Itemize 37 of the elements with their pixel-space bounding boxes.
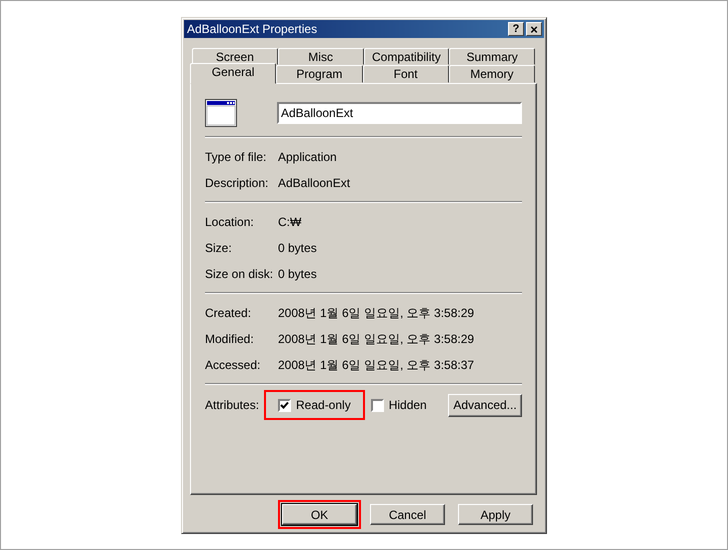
field-label: Attributes:	[205, 398, 260, 412]
dialog-button[interactable]: Apply	[458, 504, 533, 525]
name-field[interactable]: AdBalloonExt	[277, 102, 522, 124]
dialog-button[interactable]: OK	[282, 504, 357, 525]
tab[interactable]: Misc	[278, 48, 364, 65]
tab[interactable]: Font	[362, 65, 449, 83]
tab[interactable]: Compatibility	[364, 48, 450, 65]
close-button[interactable]: ×	[526, 22, 542, 36]
field-label: Size:	[205, 241, 233, 255]
field-label: Created:	[205, 306, 252, 320]
tab[interactable]: Memory	[448, 65, 535, 83]
field-value: C:₩	[278, 215, 302, 229]
window-title: AdBalloonExt Properties	[187, 22, 318, 36]
dialog-button[interactable]: Cancel	[370, 504, 445, 525]
advanced-button[interactable]: Advanced...	[448, 394, 522, 416]
help-button[interactable]: ?	[508, 22, 524, 36]
tab[interactable]: General	[190, 63, 276, 84]
field-label: Modified:	[205, 332, 255, 346]
checkbox-label: Hidden	[388, 398, 427, 412]
field-value: 2008년 1월 6일 일요일, 오후 3:58:29	[278, 304, 474, 322]
field-value: 0 bytes	[278, 241, 317, 255]
window-icon	[205, 99, 237, 127]
checkbox[interactable]	[278, 398, 291, 412]
tab[interactable]: Summary	[449, 48, 535, 65]
field-label: Accessed:	[205, 358, 262, 372]
field-value: 2008년 1월 6일 일요일, 오후 3:58:37	[278, 356, 474, 374]
field-value: 0 bytes	[278, 267, 317, 281]
field-value: 2008년 1월 6일 일요일, 오후 3:58:29	[278, 330, 474, 348]
field-label: Location:	[205, 215, 255, 229]
field-value: AdBalloonExt	[278, 176, 350, 190]
tab[interactable]: Program	[276, 65, 362, 83]
field-label: Size on disk:	[205, 267, 274, 281]
checkbox[interactable]	[370, 398, 384, 412]
field-value: Application	[278, 150, 337, 164]
field-label: Type of file:	[205, 150, 268, 164]
checkbox-label: Read-only	[296, 398, 351, 412]
field-label: Description:	[205, 176, 270, 190]
